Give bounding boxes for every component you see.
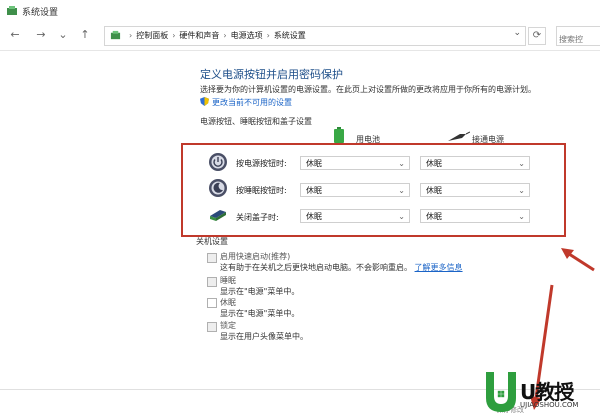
close-lid-plugged-value: 休眠 xyxy=(426,212,442,221)
lock-checkbox[interactable] xyxy=(207,322,217,332)
search-box[interactable] xyxy=(556,26,600,48)
sleep-checkbox[interactable] xyxy=(207,277,217,287)
title-bar: 系统设置 xyxy=(0,0,600,22)
lock-description: 显示在用户头像菜单中。 xyxy=(220,332,308,341)
red-arrow-upper xyxy=(561,248,595,272)
change-unavailable-settings-label: 更改当前不可用的设置 xyxy=(212,98,292,107)
fast-startup-description: 这有助于在关机之后更快地启动电脑。不会影响重启。 了解更多信息 xyxy=(220,262,463,273)
change-unavailable-settings-link[interactable]: 更改当前不可用的设置 xyxy=(200,97,292,108)
page-subtitle: 选择要为你的计算机设置的电源设置。在此页上对设置所做的更改将应用于你所有的电源计… xyxy=(200,85,536,94)
lock-label: 锁定 xyxy=(220,321,236,330)
power-button-plugged-select[interactable]: 休眠 ⌄ xyxy=(420,156,530,170)
navigation-bar: ← → ⌄ ↑ › 控制面板 › 硬件和声音 › 电源选项 › 系统设置 ⌄ ⟳ xyxy=(0,22,600,51)
sleep-description: 显示在"电源"菜单中。 xyxy=(220,287,300,296)
shutdown-settings-title: 关机设置 xyxy=(196,237,228,246)
learn-more-link[interactable]: 了解更多信息 xyxy=(415,263,463,272)
sleep-button-plugged-select[interactable]: 休眠 ⌄ xyxy=(420,183,530,197)
chevron-down-icon: ⌄ xyxy=(518,212,525,221)
chevron-down-icon: ⌄ xyxy=(398,212,405,221)
chevron-down-icon: ⌄ xyxy=(518,159,525,168)
refresh-button[interactable]: ⟳ xyxy=(528,27,546,45)
chevron-down-icon: ⌄ xyxy=(398,159,405,168)
watermark-logo-icon xyxy=(486,372,516,412)
chevron-down-icon[interactable]: ⌄ xyxy=(513,28,521,38)
up-button[interactable]: ↑ xyxy=(78,28,92,42)
sleep-button-label: 按睡眠按钮时: xyxy=(236,186,287,195)
hibernate-description: 显示在"电源"菜单中。 xyxy=(220,309,300,318)
section-title: 电源按钮、睡眠按钮和盖子设置 xyxy=(200,117,312,126)
breadcrumb-control-panel[interactable]: 控制面板 xyxy=(136,31,168,40)
power-button-label: 按电源按钮时: xyxy=(236,159,287,168)
forward-button[interactable]: → xyxy=(34,28,48,42)
chevron-right-icon: › xyxy=(266,31,270,40)
control-panel-icon xyxy=(7,6,17,15)
breadcrumb-hardware-sound[interactable]: 硬件和声音 xyxy=(179,31,219,40)
uac-shield-icon xyxy=(200,97,209,106)
battery-icon xyxy=(334,127,344,143)
recent-locations-button[interactable]: ⌄ xyxy=(56,28,70,42)
hibernate-label: 休眠 xyxy=(220,298,236,307)
power-button-plugged-value: 休眠 xyxy=(426,159,442,168)
fast-startup-desc-text: 这有助于在关机之后更快地启动电脑。不会影响重启。 xyxy=(220,263,412,272)
page-title: 定义电源按钮并启用密码保护 xyxy=(200,68,343,81)
sleep-button-icon xyxy=(209,179,227,197)
search-input[interactable] xyxy=(557,31,600,48)
sleep-button-battery-value: 休眠 xyxy=(306,186,322,195)
chevron-right-icon: › xyxy=(129,31,133,40)
power-button-battery-select[interactable]: 休眠 ⌄ xyxy=(300,156,410,170)
hibernate-checkbox[interactable] xyxy=(207,298,217,308)
close-lid-battery-value: 休眠 xyxy=(306,212,322,221)
sleep-button-plugged-value: 休眠 xyxy=(426,186,442,195)
power-button-battery-value: 休眠 xyxy=(306,159,322,168)
watermark-url: UJIAOSHOU.COM xyxy=(520,401,579,409)
close-lid-battery-select[interactable]: 休眠 ⌄ xyxy=(300,209,410,223)
chevron-right-icon: › xyxy=(172,31,176,40)
sleep-label: 睡眠 xyxy=(220,276,236,285)
chevron-right-icon: › xyxy=(223,31,227,40)
control-panel-icon xyxy=(110,30,121,40)
laptop-lid-icon xyxy=(210,210,226,221)
chevron-down-icon: ⌄ xyxy=(518,186,525,195)
breadcrumb: › 控制面板 › 硬件和声音 › 电源选项 › 系统设置 xyxy=(125,27,306,45)
power-button-icon xyxy=(209,153,227,171)
close-lid-plugged-select[interactable]: 休眠 ⌄ xyxy=(420,209,530,223)
fast-startup-label: 启用快速启动(推荐) xyxy=(220,252,291,261)
power-plug-icon xyxy=(448,131,470,141)
fast-startup-checkbox[interactable] xyxy=(207,253,217,263)
chevron-down-icon: ⌄ xyxy=(398,186,405,195)
back-button[interactable]: ← xyxy=(8,28,22,42)
breadcrumb-system-settings[interactable]: 系统设置 xyxy=(274,31,306,40)
sleep-button-battery-select[interactable]: 休眠 ⌄ xyxy=(300,183,410,197)
address-bar[interactable]: › 控制面板 › 硬件和声音 › 电源选项 › 系统设置 ⌄ xyxy=(104,26,526,46)
window-title: 系统设置 xyxy=(22,8,59,18)
close-lid-label: 关闭盖子时: xyxy=(236,213,279,222)
breadcrumb-power-options[interactable]: 电源选项 xyxy=(231,31,263,40)
